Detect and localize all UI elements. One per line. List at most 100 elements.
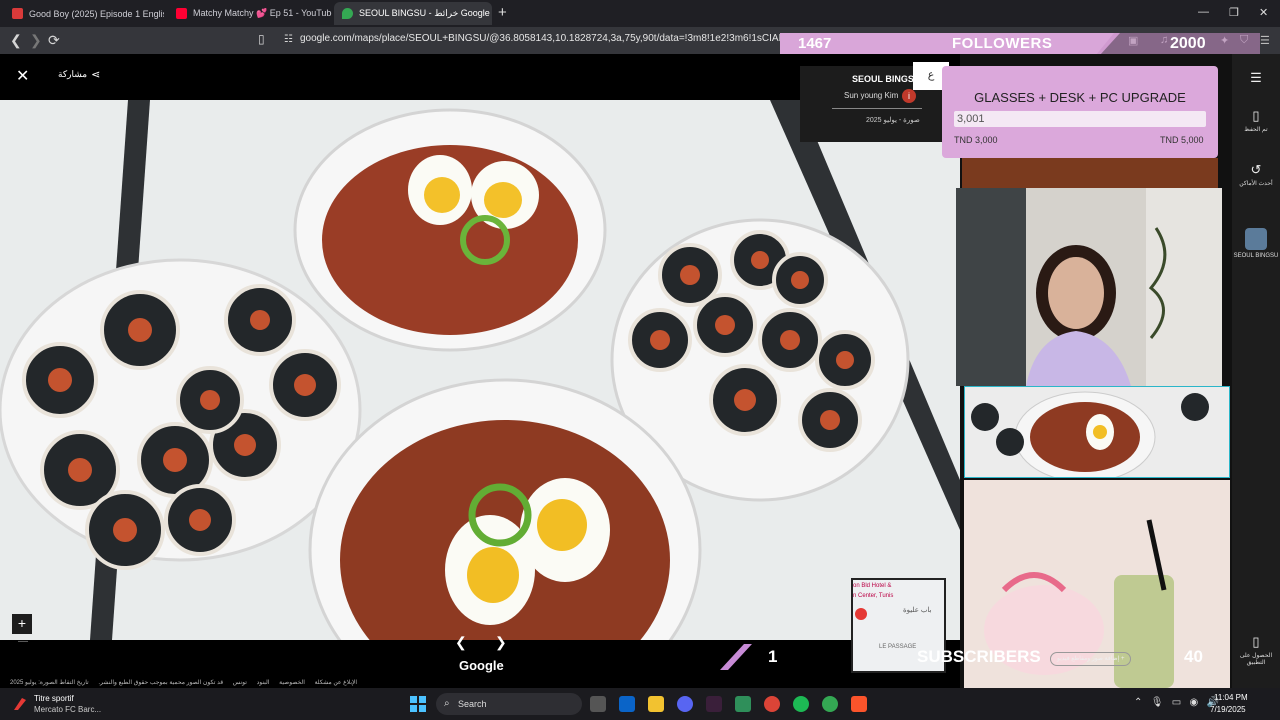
dessert-thumbnail[interactable] (962, 158, 1218, 188)
sidebar-item-place[interactable]: SEOUL BINGSU (1232, 228, 1280, 259)
food-photo (0, 100, 960, 640)
reload-icon[interactable]: ⟳ (48, 32, 60, 49)
news-widget-title[interactable]: Titre sportif (34, 694, 74, 703)
forward-icon[interactable]: ❯ (30, 32, 42, 49)
add-photos-button[interactable]: إضافة صور ومقاطع فيديو + (1050, 652, 1132, 666)
hamburger-icon: ☰ (1250, 70, 1262, 85)
sidebar-item-label: SEOUL BINGSU (1233, 253, 1279, 259)
followers-goal-banner: 1467 FOLLOWERS 2000 (780, 33, 1260, 55)
bookmark-icon[interactable]: ▯ (258, 32, 265, 46)
site-info-icon[interactable]: ☷ (284, 34, 293, 45)
app-icon[interactable] (735, 696, 751, 712)
editor-icon[interactable] (706, 696, 722, 712)
food-thumbnail[interactable] (964, 386, 1230, 478)
followers-label: FOLLOWERS (952, 35, 1053, 52)
menu-icon[interactable]: ☰ (1260, 34, 1270, 47)
sidebar-item-label: أحدث الأماكن (1239, 181, 1273, 187)
url-field[interactable]: google.com/maps/place/SEOUL+BINGSU/@36.8… (300, 33, 800, 44)
contributor-avatar[interactable]: i (902, 89, 916, 103)
minimize-icon[interactable]: — (1198, 6, 1209, 18)
clock-time[interactable]: 11:04 PM (1214, 693, 1248, 702)
place-name[interactable]: SEOUL BINGS (852, 74, 914, 84)
footer-privacy-link[interactable]: الخصوصية (279, 680, 305, 686)
minimap-label: باب عليوة (903, 607, 932, 614)
footer-country: تونس (232, 680, 247, 686)
slash-decoration (720, 644, 752, 670)
sidebar-item-saved[interactable]: ▯ تم الحفظ (1232, 108, 1280, 133)
restore-icon[interactable]: ❐ (1229, 6, 1239, 19)
food-photo-drawing (0, 100, 960, 640)
task-view-icon[interactable] (590, 696, 606, 712)
window-close-icon[interactable]: ✕ (1259, 6, 1268, 19)
subscribers-label: SUBSCRIBERS (917, 647, 1041, 666)
footer-terms-link[interactable]: البنود (257, 680, 270, 686)
windows-start-icon[interactable] (410, 696, 426, 712)
place-thumbnail (1245, 228, 1267, 250)
phone-icon: ▯ (1252, 634, 1260, 649)
history-icon: ↺ (1250, 162, 1262, 177)
next-photo-button[interactable]: ❯ (495, 634, 507, 651)
chrome-profile-icon[interactable] (822, 696, 838, 712)
followers-count: 1467 (798, 35, 832, 52)
spotify-icon[interactable] (793, 696, 809, 712)
outlook-icon[interactable] (619, 696, 635, 712)
clock-date[interactable]: 7/19/2025 (1210, 705, 1246, 714)
tab-title: SEOUL BINGSU - خرائط Google (359, 8, 490, 18)
followers-goal: 2000 (1170, 35, 1206, 52)
brave-icon[interactable] (851, 696, 867, 712)
share-label: مشاركة (58, 69, 88, 79)
webcam-drawing (956, 188, 1222, 386)
file-explorer-icon[interactable] (648, 696, 664, 712)
goal-progress-value: 3,001 (954, 111, 1206, 127)
zoom-in-button[interactable]: + (12, 614, 32, 634)
goal-max: TND 5,000 (1160, 135, 1204, 145)
news-widget-subtitle: Mercato FC Barc... (34, 705, 102, 714)
contributor-name[interactable]: Sun young Kim (844, 91, 898, 100)
new-tab-button[interactable]: + (498, 4, 507, 21)
tab-youtube[interactable]: Matchy Matchy 💕 Ep 51 - YouTube (168, 2, 332, 25)
search-icon: ⌕ (444, 698, 450, 709)
minimap-label: on Bld Hotel & (853, 583, 892, 589)
bookmark-icon: ▯ (1252, 108, 1260, 123)
goal-min: TND 3,000 (954, 135, 998, 145)
goal-title: GLASSES + DESK + PC UPGRADE (974, 90, 1186, 105)
photo-date: صورة - يوليو 2025 (866, 117, 920, 124)
sidebar-item-label: الحصول على التطبيق (1239, 653, 1273, 666)
maps-sidebar: ☰ ▯ تم الحفظ ↺ أحدث الأماكن SEOUL BINGSU… (1232, 54, 1280, 688)
site-favicon-icon (12, 8, 23, 19)
donation-goal-widget: GLASSES + DESK + PC UPGRADE 3,001 TND 3,… (942, 66, 1218, 158)
subscribers-count: 40 (1184, 647, 1203, 666)
tab-google-maps[interactable]: SEOUL BINGSU - خرائط Google ✕ (334, 2, 492, 25)
youtube-icon (176, 8, 187, 19)
chrome-icon[interactable] (764, 696, 780, 712)
tab-good-boy[interactable]: Good Boy (2025) Episode 1 English S (4, 2, 164, 25)
tab-title: Good Boy (2025) Episode 1 English S (29, 8, 164, 19)
back-icon[interactable]: ❮ (10, 32, 22, 49)
google-logo: Google (459, 658, 504, 673)
food-thumbnail-drawing (965, 387, 1229, 477)
search-placeholder: Search (458, 699, 487, 709)
windows-taskbar: Titre sportif Mercato FC Barc... ⌕ Searc… (0, 688, 1280, 720)
discord-icon[interactable] (677, 696, 693, 712)
minimap-label: n Center, Tunis (853, 593, 894, 599)
close-viewer-button[interactable]: ✕ (16, 66, 29, 86)
browser-tab-bar: Good Boy (2025) Episode 1 English S Matc… (0, 0, 1280, 27)
share-button[interactable]: مشاركة ⋖ (58, 68, 100, 81)
footer-copyright: قد تكون الصور محمية بموجب حقوق الطبع وال… (98, 680, 224, 686)
close-tab-icon[interactable]: ✕ (490, 7, 492, 20)
maps-pin-icon (342, 8, 353, 19)
share-icon: ⋖ (91, 69, 101, 81)
photo-footer-links: الإبلاغ عن مشكلة الخصوصية البنود تونس قد… (10, 679, 365, 686)
zoom-out-button[interactable]: — (18, 636, 28, 647)
sidebar-menu-button[interactable]: ☰ (1232, 70, 1280, 88)
sidebar-item-recent[interactable]: ↺ أحدث الأماكن (1232, 162, 1280, 187)
system-tray[interactable]: ⌃ 🎙 ▭ ◉ 🔊 (1134, 697, 1219, 708)
sports-news-icon[interactable] (12, 696, 28, 712)
webcam-feed (956, 188, 1222, 386)
footer-report-link[interactable]: الإبلاغ عن مشكلة (315, 680, 357, 686)
taskbar-search[interactable]: ⌕ Search (436, 693, 582, 715)
location-pin-icon (855, 608, 867, 620)
overlay-counter: 1 (768, 647, 778, 666)
sidebar-item-get-app[interactable]: ▯ الحصول على التطبيق (1232, 634, 1280, 666)
previous-photo-button[interactable]: ❮ (455, 634, 467, 651)
